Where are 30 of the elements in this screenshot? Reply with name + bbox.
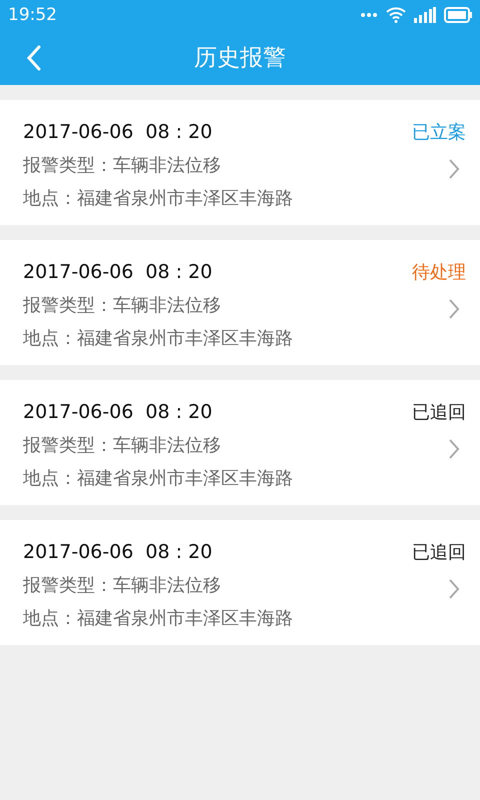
alarm-status: 已立案 bbox=[412, 121, 466, 144]
alarm-type: 报警类型：车辆非法位移 bbox=[23, 154, 221, 177]
battery-icon bbox=[444, 7, 472, 23]
alarm-type: 报警类型：车辆非法位移 bbox=[23, 574, 221, 597]
chevron-icon bbox=[448, 158, 460, 180]
status-time: 19:52 bbox=[8, 5, 57, 25]
alarm-card[interactable]: 2017-06-06 08 : 20 已追回 报警类型：车辆非法位移 地点：福建省泉州市丰泽区丰海路 bbox=[0, 520, 480, 645]
alarm-status: 已追回 bbox=[412, 401, 466, 424]
alarm-datetime: 2017-06-06 08 : 20 bbox=[23, 401, 212, 423]
alarm-location: 地点：福建省泉州市丰泽区丰海路 bbox=[23, 187, 293, 210]
alarm-status: 已追回 bbox=[412, 541, 466, 564]
alarm-status: 待处理 bbox=[412, 261, 466, 284]
alarm-datetime: 2017-06-06 08 : 20 bbox=[23, 121, 212, 143]
alarm-datetime: 2017-06-06 08 : 20 bbox=[23, 541, 212, 563]
alarm-datetime: 2017-06-06 08 : 20 bbox=[23, 261, 212, 283]
page-title: 历史报警 bbox=[194, 44, 286, 73]
alarm-location: 地点：福建省泉州市丰泽区丰海路 bbox=[23, 327, 293, 350]
alarm-type: 报警类型：车辆非法位移 bbox=[23, 294, 221, 317]
more-icon bbox=[360, 12, 378, 18]
chevron-icon bbox=[448, 578, 460, 600]
chevron-icon bbox=[448, 438, 460, 460]
alarm-location: 地点：福建省泉州市丰泽区丰海路 bbox=[23, 607, 293, 630]
alarm-card[interactable]: 2017-06-06 08 : 20 已追回 报警类型：车辆非法位移 地点：福建省泉州市丰泽区丰海路 bbox=[0, 380, 480, 505]
alarm-card[interactable]: 2017-06-06 08 : 20 已立案 报警类型：车辆非法位移 地点：福建省泉州市丰泽区丰海路 bbox=[0, 100, 480, 225]
alarm-type: 报警类型：车辆非法位移 bbox=[23, 434, 221, 457]
chevron-icon bbox=[448, 298, 460, 320]
alarm-card[interactable]: 2017-06-06 08 : 20 待处理 报警类型：车辆非法位移 地点：福建省泉州市丰泽区丰海路 bbox=[0, 240, 480, 365]
signal-icon bbox=[414, 7, 436, 23]
alarm-location: 地点：福建省泉州市丰泽区丰海路 bbox=[23, 467, 293, 490]
wifi-icon bbox=[386, 7, 406, 23]
